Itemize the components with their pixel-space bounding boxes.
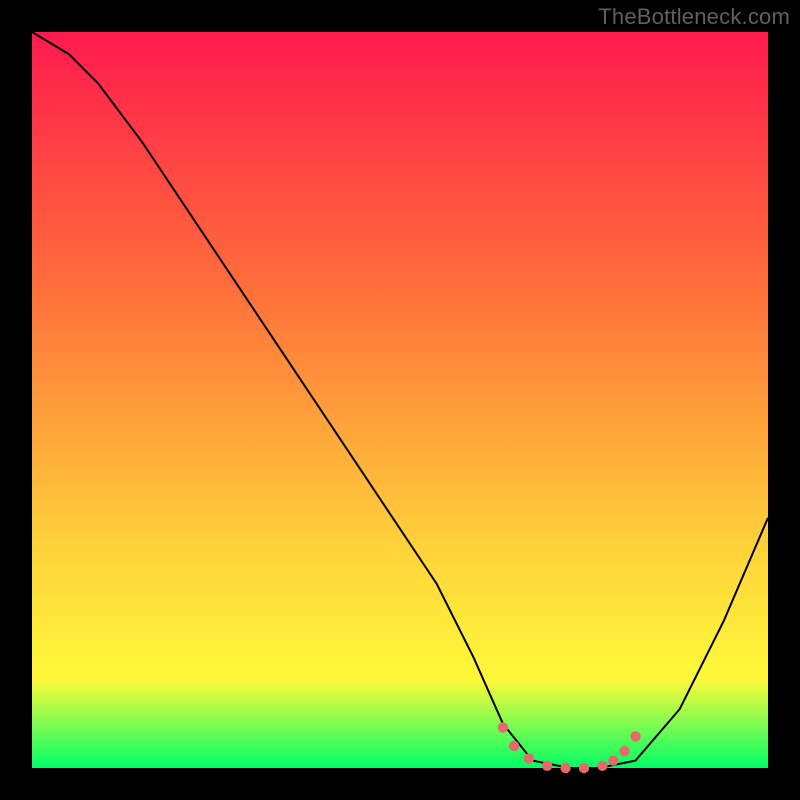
watermark-text: TheBottleneck.com xyxy=(598,4,790,30)
trough-dot xyxy=(498,722,508,732)
trough-dot xyxy=(560,763,570,773)
trough-dot xyxy=(597,761,607,771)
trough-dot xyxy=(509,741,519,751)
trough-dot xyxy=(524,753,534,763)
trough-dot xyxy=(542,761,552,771)
bottleneck-chart xyxy=(0,0,800,800)
trough-dot xyxy=(619,746,629,756)
trough-dot xyxy=(579,763,589,773)
trough-dot xyxy=(630,731,640,741)
trough-dot xyxy=(608,755,618,765)
